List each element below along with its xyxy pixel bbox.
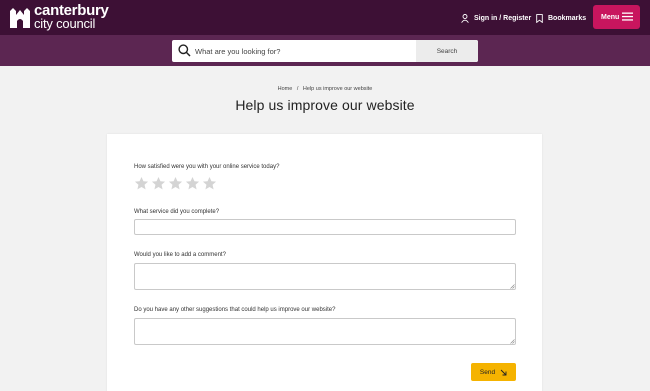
service-input[interactable] <box>134 219 516 235</box>
star-icon-3[interactable] <box>168 176 183 191</box>
suggestions-question-label: Do you have any other suggestions that c… <box>134 307 336 313</box>
user-icon <box>461 13 469 23</box>
breadcrumb-separator: / <box>296 86 299 92</box>
search-bar-strip: Search <box>0 35 650 66</box>
cathedral-logo-icon <box>10 8 30 28</box>
sign-in-register-label: Sign in / Register <box>474 14 532 22</box>
menu-label: Menu <box>601 13 620 21</box>
comment-question-label: Would you like to add a comment? <box>134 252 226 258</box>
star-icon-2[interactable] <box>151 176 166 191</box>
send-label: Send <box>479 368 496 376</box>
breadcrumb: Home / Help us improve our website <box>0 86 650 92</box>
suggestions-textarea[interactable] <box>134 318 516 345</box>
search-icon <box>178 44 191 57</box>
rating-question-label: How satisfied were you with your online … <box>134 164 280 170</box>
search-button[interactable]: Search <box>416 40 478 62</box>
menu-button[interactable]: Menu <box>593 5 640 29</box>
search-box: Search <box>172 40 478 62</box>
comment-textarea[interactable] <box>134 263 516 290</box>
star-icon-1[interactable] <box>134 176 149 191</box>
hamburger-icon <box>622 12 633 21</box>
star-icon-4[interactable] <box>185 176 200 191</box>
top-navigation-bar: canterbury city council Sign in / Regist… <box>0 0 650 35</box>
bookmarks-label: Bookmarks <box>548 14 587 22</box>
star-icon-5[interactable] <box>202 176 217 191</box>
canterbury-logo[interactable]: canterbury city council <box>10 3 130 31</box>
breadcrumb-current: Help us improve our website <box>302 86 373 92</box>
search-input[interactable] <box>195 43 410 59</box>
sign-in-register-link[interactable]: Sign in / Register <box>461 11 531 25</box>
page-title: Help us improve our website <box>235 97 415 113</box>
send-button[interactable]: Send <box>471 363 516 381</box>
send-arrow-icon <box>500 369 507 375</box>
service-question-label: What service did you complete? <box>134 209 220 215</box>
bookmarks-link[interactable]: Bookmarks <box>536 11 586 25</box>
breadcrumb-home-link[interactable]: Home <box>278 86 293 92</box>
feedback-form-card: How satisfied were you with your online … <box>107 134 542 391</box>
resize-grip-icon[interactable] <box>510 284 515 289</box>
bookmark-icon <box>536 13 543 23</box>
logo-text-city-council: city council <box>34 16 96 31</box>
star-rating <box>134 176 217 191</box>
resize-grip-icon[interactable] <box>510 339 515 344</box>
